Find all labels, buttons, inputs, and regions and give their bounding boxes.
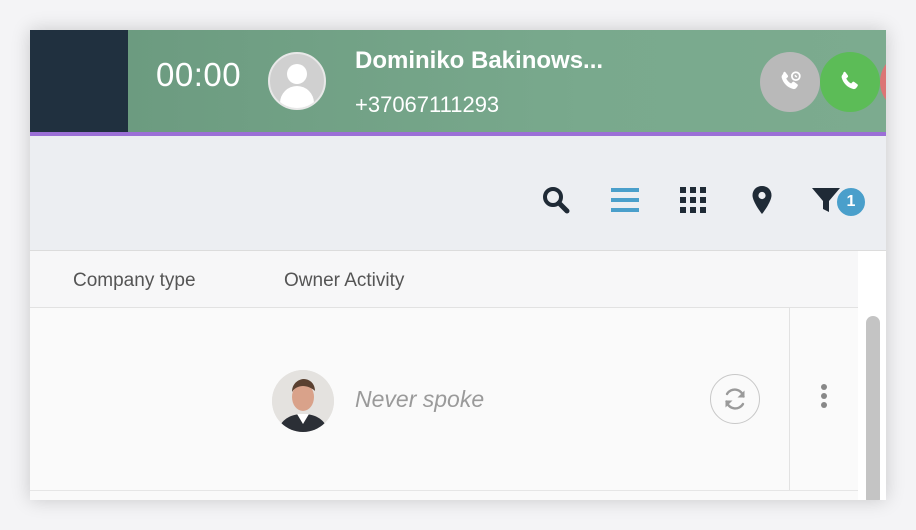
list-view-button[interactable]: [607, 182, 643, 218]
grid-view-button[interactable]: [675, 182, 711, 218]
row-more-options-icon[interactable]: [816, 384, 832, 414]
column-header-company-type[interactable]: Company type: [73, 270, 196, 292]
row-column-divider: [789, 308, 790, 490]
search-icon: [543, 187, 570, 214]
map-view-button[interactable]: [744, 182, 780, 218]
table-row[interactable]: Never spoke: [30, 308, 858, 491]
answer-call-button[interactable]: [820, 52, 880, 112]
grid-view-icon: [680, 187, 706, 213]
owner-activity-status: Never spoke: [355, 386, 485, 412]
list-view-icon: [611, 188, 639, 212]
transfer-call-button[interactable]: [760, 52, 820, 112]
refresh-icon: [725, 388, 745, 410]
table-header: Company type Owner Activity: [30, 251, 858, 308]
call-timer: 00:00: [156, 56, 242, 93]
caller-avatar: [268, 52, 326, 110]
filter-count-badge: 1: [835, 186, 867, 218]
caller-phone: +37067111293: [355, 92, 500, 117]
map-pin-icon: [752, 186, 772, 214]
column-header-owner-activity[interactable]: Owner Activity: [284, 270, 404, 292]
phone-transfer-icon: [781, 71, 801, 90]
scrollbar-thumb[interactable]: [866, 316, 880, 500]
call-bar-side-panel: [30, 30, 128, 132]
search-button[interactable]: [538, 182, 574, 218]
caller-name: Dominiko Bakinows...: [355, 47, 604, 74]
owner-avatar: [272, 370, 334, 432]
hang-up-button[interactable]: [880, 52, 886, 112]
phone-icon: [841, 71, 858, 90]
call-bar-main: 00:00 Dominiko Bakinows... +37067111293: [128, 30, 886, 132]
incoming-call-bar: 00:00 Dominiko Bakinows... +37067111293: [30, 30, 886, 132]
refresh-button[interactable]: [710, 374, 760, 424]
view-toolbar: [30, 136, 886, 251]
table-row[interactable]: [30, 491, 858, 500]
app-window: 00:00 Dominiko Bakinows... +37067111293: [30, 30, 886, 500]
